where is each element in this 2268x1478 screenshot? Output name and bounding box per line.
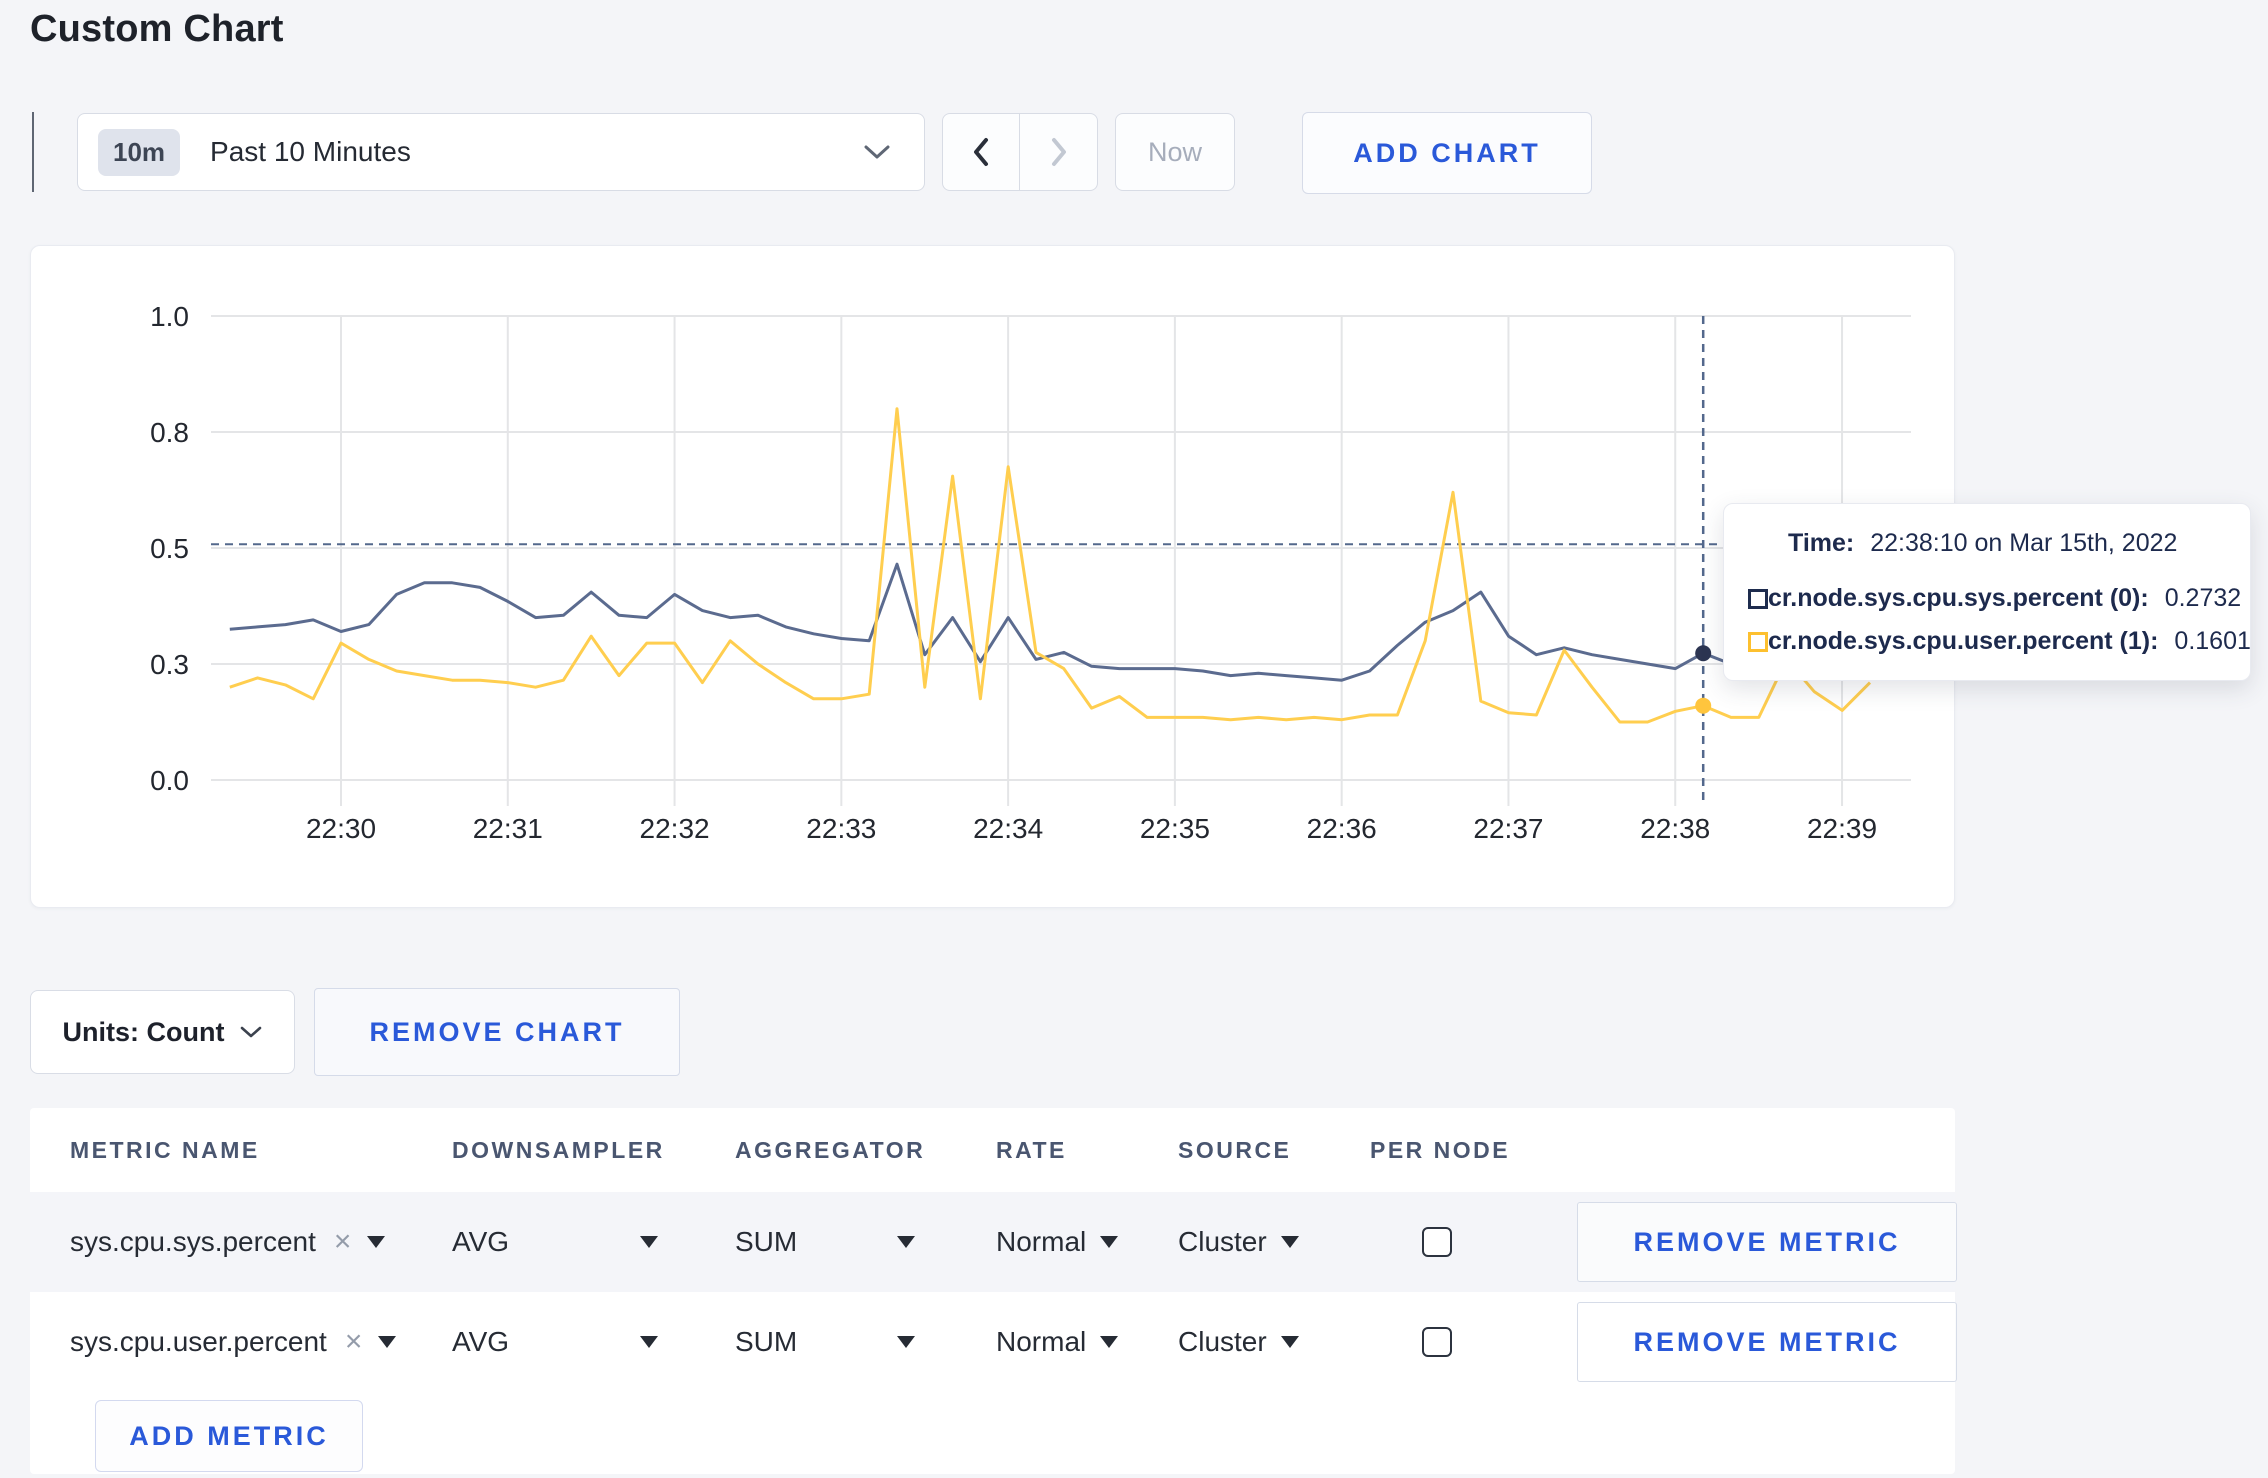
aggregator-value: SUM [735, 1226, 798, 1257]
y-axis-tick-label: 0.0 [150, 765, 189, 796]
x-axis-tick-label: 22:37 [1473, 813, 1543, 844]
source-value: Cluster [1178, 1226, 1267, 1257]
remove-chart-button[interactable]: REMOVE CHART [314, 988, 680, 1076]
prev-button[interactable] [943, 114, 1020, 190]
tooltip-series-label: cr.node.sys.cpu.user.percent (1): [1768, 627, 2159, 655]
x-axis-tick-label: 22:30 [306, 813, 376, 844]
x-axis-tick-label: 22:39 [1807, 813, 1877, 844]
downsampler-caret-icon[interactable] [640, 1336, 658, 1348]
col-header-metric-name: METRIC NAME [70, 1136, 260, 1163]
metric-name-caret-icon[interactable] [367, 1236, 386, 1248]
rate-value: Normal [996, 1226, 1087, 1257]
chart-tooltip: Time: 22:38:10 on Mar 15th, 2022 cr.node… [1723, 503, 2251, 681]
metric-name-caret-icon[interactable] [378, 1336, 397, 1348]
add-metric-button[interactable]: ADD METRIC [95, 1400, 363, 1472]
col-header-per-node: PER NODE [1370, 1136, 1511, 1163]
metric-name-value: sys.cpu.user.percent [70, 1326, 327, 1357]
x-axis-tick-label: 22:34 [973, 813, 1043, 844]
col-header-downsampler: DOWNSAMPLER [452, 1136, 665, 1163]
chevron-down-icon [864, 145, 890, 159]
tooltip-time-value: 22:38:10 on Mar 15th, 2022 [1870, 529, 2178, 557]
chevron-right-icon [1051, 138, 1066, 166]
remove-metric-button[interactable]: REMOVE METRIC [1577, 1202, 1957, 1282]
time-range-select[interactable]: 10m Past 10 Minutes [77, 113, 925, 191]
tooltip-series-row: cr.node.sys.cpu.user.percent (1): 0.1601 [1748, 627, 2251, 656]
rate-caret-icon[interactable] [1100, 1336, 1119, 1348]
source-caret-icon[interactable] [1280, 1236, 1299, 1248]
downsampler-value: AVG [452, 1226, 510, 1257]
remove-metric-x-icon[interactable]: × [334, 1227, 352, 1257]
y-axis-tick-label: 1.0 [150, 301, 189, 332]
remove-metric-button[interactable]: REMOVE METRIC [1577, 1302, 1957, 1382]
aggregator-caret-icon[interactable] [897, 1336, 915, 1348]
remove-metric-x-icon[interactable]: × [345, 1327, 363, 1357]
downsampler-caret-icon[interactable] [640, 1236, 658, 1248]
tooltip-series-label: cr.node.sys.cpu.sys.percent (0): [1768, 584, 2149, 612]
x-axis-tick-label: 22:35 [1140, 813, 1210, 844]
y-axis-tick-label: 0.3 [150, 649, 189, 680]
series-line-1 [229, 407, 1872, 724]
page-title: Custom Chart [30, 8, 284, 50]
metrics-table-header: METRIC NAME DOWNSAMPLER AGGREGATOR RATE … [30, 1108, 1955, 1192]
downsampler-value: AVG [452, 1326, 510, 1357]
y-axis-tick-label: 0.8 [150, 417, 189, 448]
tooltip-series-value: 0.2732 [2164, 584, 2242, 612]
time-range-label: Past 10 Minutes [210, 136, 411, 167]
tooltip-time-row: Time: 22:38:10 on Mar 15th, 2022 [1748, 529, 2226, 558]
rate-value: Normal [996, 1326, 1087, 1357]
x-axis-tick-label: 22:31 [473, 813, 543, 844]
series-swatch-icon [1748, 588, 1768, 609]
per-node-checkbox[interactable] [1422, 1327, 1452, 1357]
time-nav-group [942, 113, 1098, 191]
col-header-aggregator: AGGREGATOR [735, 1136, 926, 1163]
chevron-down-icon [241, 1026, 262, 1038]
time-range-badge: 10m [98, 128, 181, 176]
units-select[interactable]: Units: Count [30, 990, 295, 1074]
source-caret-icon[interactable] [1280, 1336, 1299, 1348]
metric-name-value: sys.cpu.sys.percent [70, 1226, 316, 1257]
now-button[interactable]: Now [1115, 113, 1235, 191]
x-axis-tick-label: 22:32 [640, 813, 710, 844]
chevron-left-icon [974, 138, 988, 166]
metric-table-row: sys.cpu.user.percent × AVG SUM Normal Cl… [30, 1292, 1957, 1392]
next-button[interactable] [1020, 114, 1097, 190]
y-axis-tick-label: 0.5 [150, 533, 189, 564]
source-value: Cluster [1178, 1326, 1267, 1357]
series-swatch-icon [1748, 631, 1768, 652]
units-select-label: Units: Count [62, 1016, 225, 1047]
aggregator-caret-icon[interactable] [897, 1236, 915, 1248]
col-header-rate: RATE [996, 1136, 1067, 1163]
toolbar-accent-divider [32, 112, 34, 192]
x-axis-tick-label: 22:33 [806, 813, 876, 844]
x-axis-tick-label: 22:36 [1307, 813, 1377, 844]
tooltip-series-value: 0.1601 [2174, 627, 2251, 655]
chart-card: 1.0 0.8 0.5 0.3 0.0 22:30 22:31 22:32 22:33 22:34… [30, 245, 1955, 908]
add-chart-button[interactable]: ADD CHART [1302, 112, 1592, 194]
metrics-table: METRIC NAME DOWNSAMPLER AGGREGATOR RATE … [30, 1108, 1957, 1474]
aggregator-value: SUM [735, 1326, 798, 1357]
hover-point-dot-0 [1695, 645, 1712, 662]
per-node-checkbox[interactable] [1422, 1227, 1452, 1257]
tooltip-series-row: cr.node.sys.cpu.sys.percent (0): 0.2732 [1748, 584, 2241, 613]
col-header-source: SOURCE [1178, 1136, 1292, 1163]
tooltip-time-label: Time: [1788, 529, 1855, 557]
x-axis-tick-label: 22:38 [1640, 813, 1710, 844]
metric-table-row: sys.cpu.sys.percent × AVG SUM Normal Clu… [30, 1192, 1957, 1292]
series-line-0 [229, 562, 1871, 682]
chart-plot[interactable]: 1.0 0.8 0.5 0.3 0.0 22:30 22:31 22:32 22:33 22:34… [31, 246, 1956, 909]
rate-caret-icon[interactable] [1100, 1236, 1119, 1248]
hover-point-dot-1 [1695, 697, 1712, 714]
